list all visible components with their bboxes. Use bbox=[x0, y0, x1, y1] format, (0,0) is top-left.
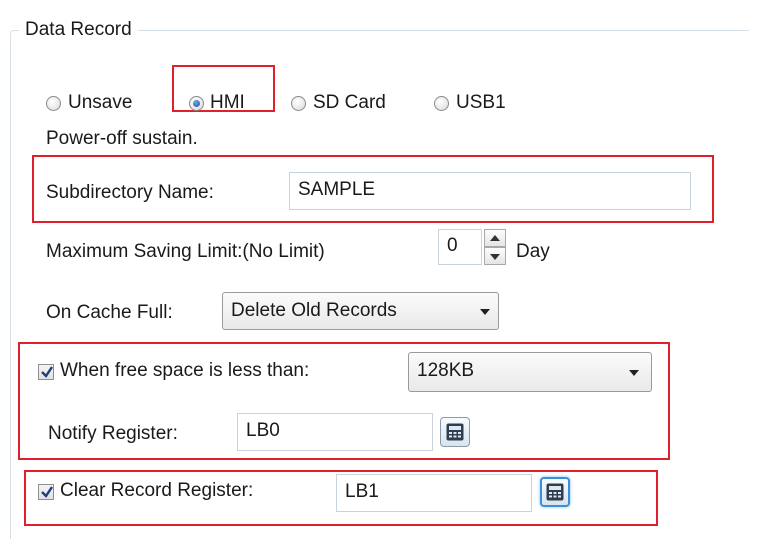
subdirectory-label: Subdirectory Name: bbox=[46, 182, 214, 203]
radio-sd-card[interactable] bbox=[291, 96, 306, 111]
free-space-select[interactable]: 128KB bbox=[408, 352, 652, 392]
cache-full-select[interactable]: Delete Old Records bbox=[222, 292, 499, 330]
checkmark-icon bbox=[41, 366, 53, 378]
radio-sd-card-label[interactable]: SD Card bbox=[313, 91, 386, 115]
calculator-icon bbox=[446, 423, 464, 441]
power-off-note: Power-off sustain. bbox=[46, 128, 198, 149]
clear-record-input[interactable]: LB1 bbox=[336, 474, 532, 512]
spin-up-button[interactable] bbox=[484, 229, 506, 247]
radio-hmi[interactable] bbox=[189, 96, 204, 111]
notify-register-calculator-button[interactable] bbox=[440, 417, 470, 447]
max-saving-unit: Day bbox=[516, 241, 550, 262]
checkmark-icon bbox=[41, 486, 53, 498]
clear-record-checkbox[interactable] bbox=[38, 484, 54, 500]
max-saving-input[interactable]: 0 bbox=[438, 229, 482, 265]
clear-record-label[interactable]: Clear Record Register: bbox=[60, 479, 253, 503]
free-space-label[interactable]: When free space is less than: bbox=[60, 359, 309, 383]
dropdown-caret-icon bbox=[629, 370, 639, 376]
spin-down-icon bbox=[490, 254, 500, 260]
notify-register-input[interactable]: LB0 bbox=[237, 413, 433, 451]
subdirectory-input[interactable]: SAMPLE bbox=[289, 172, 691, 210]
calculator-icon bbox=[546, 483, 564, 501]
radio-unsave[interactable] bbox=[46, 96, 61, 111]
spin-down-button[interactable] bbox=[484, 247, 506, 265]
radio-hmi-label[interactable]: HMI bbox=[210, 91, 245, 115]
cache-full-label: On Cache Full: bbox=[46, 302, 173, 323]
radio-usb1[interactable] bbox=[434, 96, 449, 111]
notify-register-label: Notify Register: bbox=[48, 423, 178, 444]
spin-up-icon bbox=[490, 235, 500, 241]
radio-unsave-label[interactable]: Unsave bbox=[68, 91, 132, 115]
max-saving-spinner bbox=[484, 229, 506, 265]
clear-record-calculator-button[interactable] bbox=[540, 477, 570, 507]
max-saving-label: Maximum Saving Limit:(No Limit) bbox=[46, 241, 325, 262]
free-space-selected: 128KB bbox=[417, 360, 475, 381]
group-title: Data Record bbox=[19, 18, 138, 42]
cache-full-selected: Delete Old Records bbox=[231, 300, 397, 321]
free-space-checkbox[interactable] bbox=[38, 364, 54, 380]
dropdown-caret-icon bbox=[480, 309, 490, 315]
radio-usb1-label[interactable]: USB1 bbox=[456, 91, 506, 115]
